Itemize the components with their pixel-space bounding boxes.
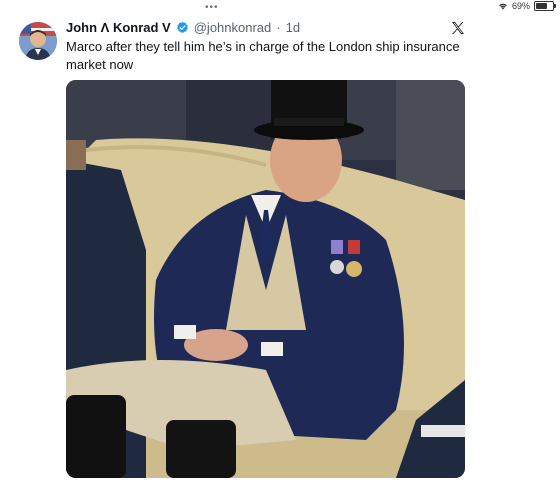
author-name[interactable]: John Λ Konrad V <box>66 20 171 35</box>
timestamp[interactable]: 1d <box>286 20 300 35</box>
author-handle[interactable]: @johnkonrad <box>194 20 272 35</box>
tweet[interactable]: John Λ Konrad V @johnkonrad · 1d Marco a… <box>0 0 560 485</box>
tweet-header: John Λ Konrad V @johnkonrad · 1d <box>66 20 300 35</box>
tweet-photo[interactable] <box>66 80 465 478</box>
separator: · <box>276 20 281 35</box>
tweet-text: Marco after they tell him he’s in charge… <box>66 39 460 72</box>
verified-badge-icon <box>176 21 188 33</box>
avatar[interactable] <box>19 22 57 60</box>
x-logo-icon[interactable] <box>450 20 466 36</box>
